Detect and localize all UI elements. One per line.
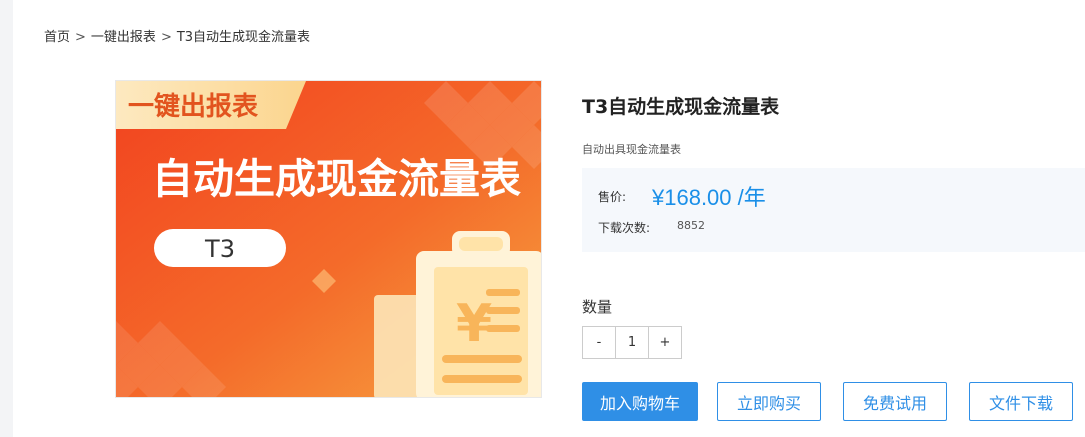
quantity-decrement-button[interactable]: - [583,327,615,358]
banner-tag-text: 一键出报表 [128,91,259,122]
breadcrumb-separator: > [75,30,86,45]
price-panel: 售价: ¥168.00 /年 下载次数: 8852 [582,168,1085,252]
breadcrumb-home[interactable]: 首页 [44,30,70,45]
product-title: T3自动生成现金流量表 [582,96,780,118]
quantity-label: 数量 [582,298,613,316]
product-image: 一键出报表 自动生成现金流量表 T3 ¥ [115,80,542,398]
product-subtitle: 自动出具现金流量表 [582,143,681,156]
free-trial-button[interactable]: 免费试用 [843,382,947,421]
banner-pill-text: T3 [204,235,235,263]
banner-headline: 自动生成现金流量表 [152,155,521,203]
downloads-count: 8852 [677,219,705,232]
page-left-edge [0,0,13,437]
quantity-increment-button[interactable]: + [649,327,681,358]
quantity-input[interactable]: 1 [615,327,649,358]
price-label: 售价: [598,190,627,204]
downloads-label: 下载次数: [598,221,651,235]
buy-now-button[interactable]: 立即购买 [717,382,821,421]
quantity-stepper: - 1 + [582,326,682,359]
file-download-button[interactable]: 文件下载 [969,382,1073,421]
add-to-cart-button[interactable]: 加入购物车 [582,382,698,421]
yuan-symbol: ¥ [456,294,492,354]
price-value: ¥168.00 /年 [652,185,766,210]
breadcrumb: 首页 > 一键出报表 > T3自动生成现金流量表 [44,29,310,47]
breadcrumb-current: T3自动生成现金流量表 [176,30,311,45]
breadcrumb-category[interactable]: 一键出报表 [91,30,156,45]
breadcrumb-separator: > [160,30,172,45]
